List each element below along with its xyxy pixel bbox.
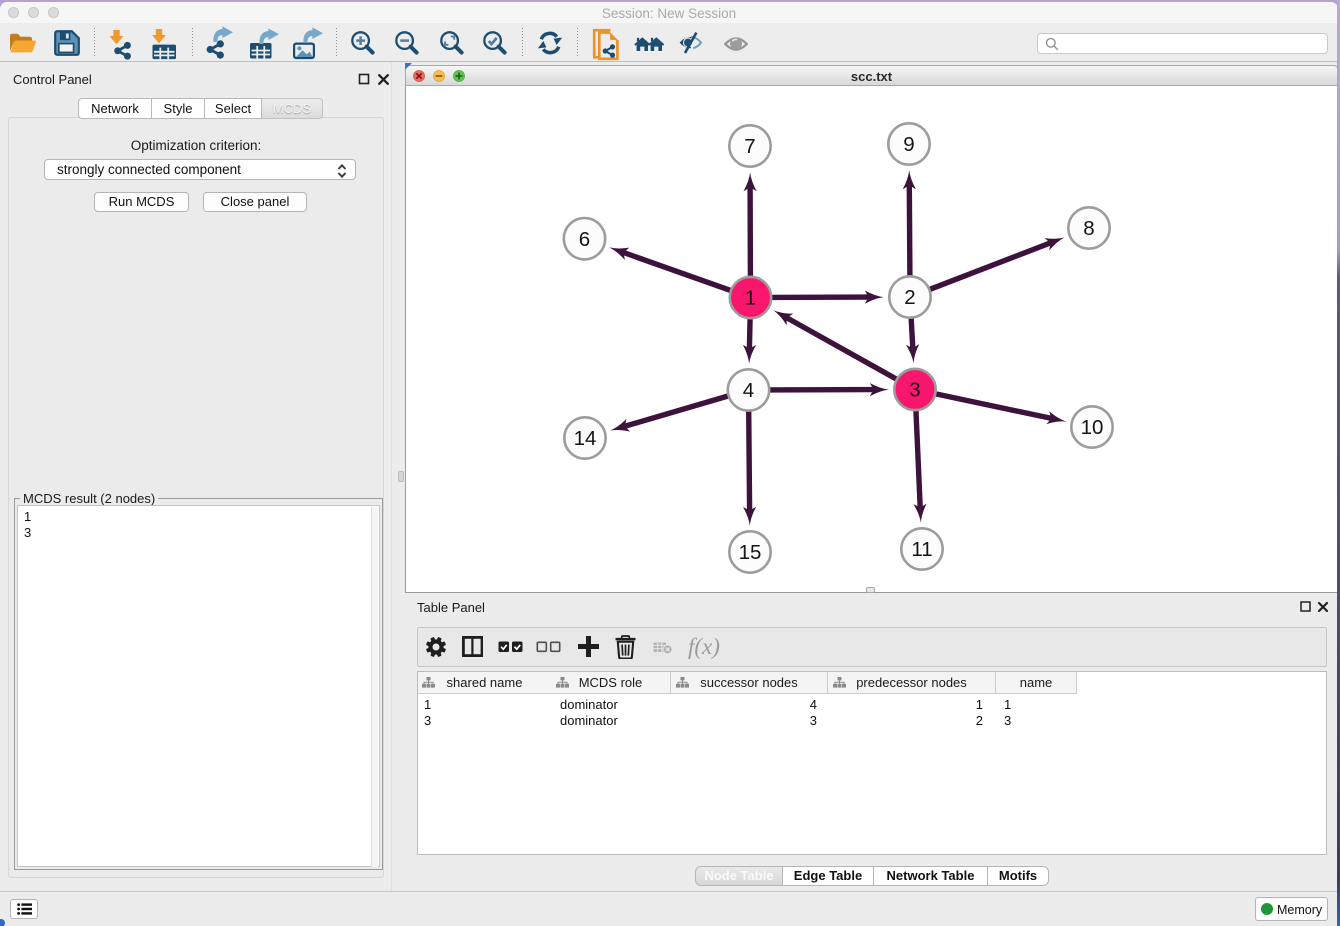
svg-text:2: 2 — [904, 286, 915, 309]
svg-text:4: 4 — [743, 379, 754, 402]
svg-text:10: 10 — [1081, 416, 1104, 439]
svg-text:1: 1 — [745, 287, 756, 310]
svg-text:14: 14 — [574, 427, 597, 450]
svg-text:6: 6 — [579, 228, 590, 251]
svg-text:11: 11 — [911, 538, 932, 561]
svg-text:7: 7 — [744, 135, 755, 158]
svg-text:15: 15 — [739, 541, 762, 564]
svg-text:3: 3 — [909, 379, 920, 402]
svg-text:9: 9 — [903, 133, 914, 156]
svg-text:8: 8 — [1083, 217, 1094, 240]
